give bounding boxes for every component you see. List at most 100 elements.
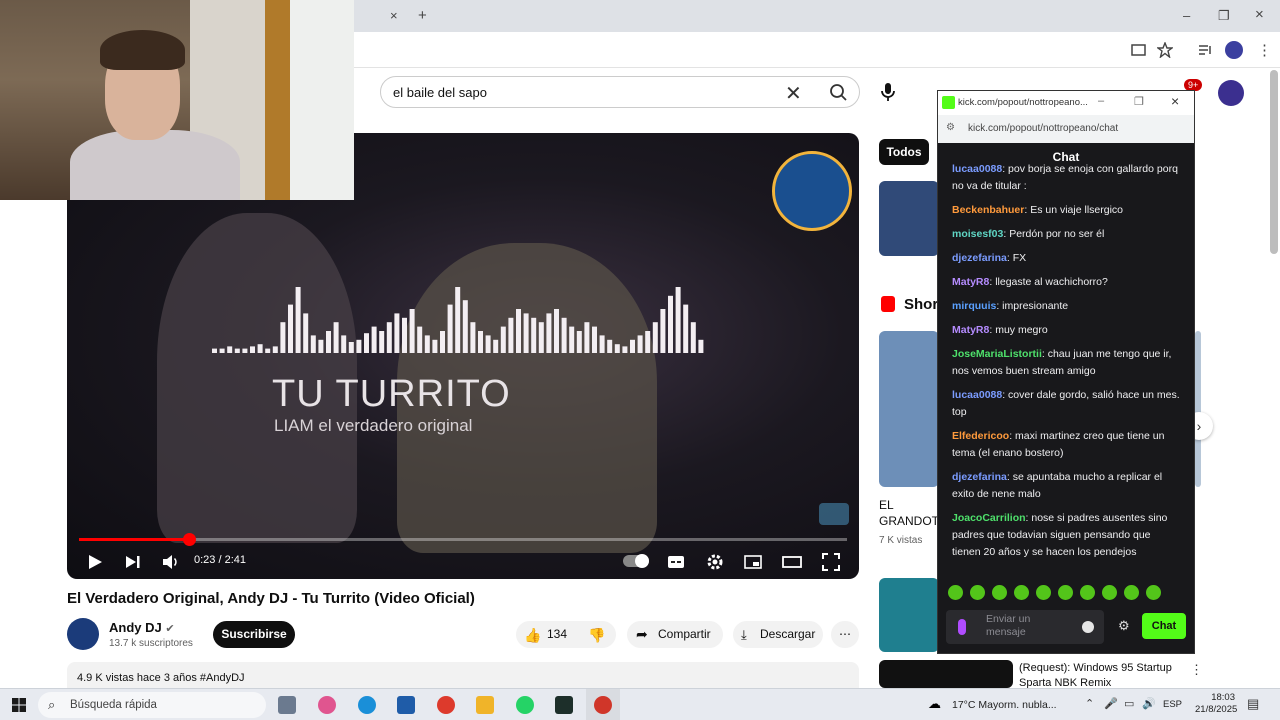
autoplay-toggle[interactable] (623, 554, 649, 568)
store-icon[interactable] (397, 696, 415, 714)
chat-username[interactable]: JoseMariaListortii (952, 348, 1042, 360)
clock[interactable]: 18:03 21/8/2025 (1195, 692, 1237, 716)
window-minimize-icon[interactable]: – (1183, 8, 1190, 23)
short-thumbnail-next[interactable] (1195, 331, 1201, 487)
chat-username[interactable]: lucaa0088 (952, 389, 1002, 401)
chat-username[interactable]: moisesf03 (952, 228, 1003, 240)
play-icon[interactable] (87, 554, 103, 570)
search-input[interactable]: el baile del sapo ✕ (380, 76, 860, 108)
browser-menu-icon[interactable]: ⋮ (1257, 41, 1272, 59)
emote-icon[interactable] (1014, 585, 1029, 600)
tab-close-icon[interactable]: × (390, 8, 398, 23)
media-controls-icon[interactable] (1197, 42, 1213, 58)
chat-emote-picker-icon[interactable] (958, 619, 966, 635)
miniplayer-icon[interactable] (744, 554, 762, 570)
profile-avatar[interactable] (1225, 41, 1243, 59)
bookmark-star-icon[interactable] (1157, 42, 1173, 58)
chat-settings-gear-icon[interactable]: ⚙ (1118, 618, 1130, 634)
search-icon[interactable] (821, 81, 859, 103)
recommended-thumbnail[interactable] (879, 578, 939, 652)
copilot-icon[interactable] (318, 696, 336, 714)
task-view-icon[interactable] (278, 696, 296, 714)
network-icon[interactable]: ▭ (1124, 697, 1134, 710)
volume-icon[interactable] (162, 554, 180, 570)
chat-username[interactable]: lucaa0088 (952, 163, 1002, 175)
recommended-thumbnail[interactable] (879, 181, 939, 256)
weather-icon[interactable]: ☁ (928, 696, 941, 712)
visualizer-bar (280, 322, 286, 353)
chat-username[interactable]: djezefarina (952, 252, 1007, 264)
video-progress-bar[interactable] (79, 533, 847, 546)
chat-username[interactable]: MatyR8 (952, 324, 989, 336)
emote-icon[interactable] (1146, 585, 1161, 600)
channel-avatar[interactable] (67, 618, 99, 650)
emote-icon[interactable] (1102, 585, 1117, 600)
like-count[interactable]: 134 (547, 621, 567, 648)
emote-icon[interactable] (992, 585, 1007, 600)
chat-send-button[interactable]: Chat (1142, 613, 1186, 639)
chat-close-icon[interactable]: × (1171, 93, 1179, 109)
short-title[interactable]: EL GRANDOT (879, 497, 939, 529)
taskbar-search-input[interactable]: ⌕ Búsqueda rápida (38, 692, 266, 718)
download-button[interactable]: ⤓ Descargar (733, 621, 823, 648)
emote-icon[interactable] (1080, 585, 1095, 600)
clear-search-icon[interactable]: ✕ (785, 81, 802, 106)
subtitles-icon[interactable] (667, 554, 685, 570)
whatsapp-icon[interactable] (516, 696, 534, 714)
windows-start-icon[interactable] (12, 698, 26, 712)
recommended-menu-icon[interactable]: ⋮ (1190, 662, 1203, 678)
notification-center-icon[interactable]: ▤ (1247, 696, 1259, 712)
obs-icon[interactable] (555, 696, 573, 714)
tray-overflow-icon[interactable]: ⌃ (1085, 697, 1094, 710)
chat-username[interactable]: Elfedericoo (952, 430, 1009, 442)
visualizer-bar (379, 331, 385, 353)
youtube-account-avatar[interactable] (1218, 80, 1244, 106)
edge-icon[interactable] (358, 696, 376, 714)
cast-icon[interactable] (1131, 42, 1147, 58)
file-explorer-icon[interactable] (476, 696, 494, 714)
chat-message-input[interactable]: Enviar un mensaje (946, 610, 1104, 644)
recommended-title[interactable]: (Request): Windows 95 Startup Sparta NBK … (1019, 661, 1172, 691)
window-restore-icon[interactable]: ❐ (1218, 8, 1230, 24)
window-close-icon[interactable]: × (1255, 6, 1264, 23)
emote-icon[interactable] (1036, 585, 1051, 600)
volume-tray-icon[interactable]: 🔊 (1142, 697, 1156, 710)
new-tab-icon[interactable]: + (418, 7, 427, 24)
channel-name[interactable]: Andy DJ ✔ (109, 620, 175, 635)
chat-username[interactable]: mirquuis (952, 300, 996, 312)
settings-gear-icon[interactable] (706, 553, 724, 571)
video-scrubber-handle[interactable] (182, 533, 196, 546)
microphone-icon[interactable] (876, 80, 900, 104)
emote-icon[interactable] (970, 585, 985, 600)
language-indicator[interactable]: ESP (1163, 699, 1182, 710)
subscribe-button[interactable]: Suscribirse (213, 621, 295, 648)
microphone-tray-icon[interactable]: 🎤 (1104, 697, 1118, 710)
chat-username[interactable]: MatyR8 (952, 276, 989, 288)
recommended-thumbnail[interactable] (879, 660, 1013, 688)
emote-icon[interactable] (1058, 585, 1073, 600)
more-actions-icon[interactable]: ⋯ (831, 621, 859, 648)
chat-emoji-icon[interactable] (1082, 621, 1094, 633)
chat-username[interactable]: Beckenbahuer (952, 204, 1024, 216)
emote-icon[interactable] (1124, 585, 1139, 600)
theater-mode-icon[interactable] (782, 554, 802, 570)
emote-icon[interactable] (948, 585, 963, 600)
chat-restore-icon[interactable]: ❐ (1134, 95, 1144, 108)
like-icon[interactable]: 👍 (524, 622, 541, 649)
dislike-icon[interactable]: 👎 (588, 622, 605, 649)
next-icon[interactable] (125, 554, 141, 570)
chat-url-bar[interactable]: ⚙ kick.com/popout/nottropeano/chat (938, 115, 1194, 143)
chat-message-list[interactable]: lucaa0088: pov borja se enoja con gallar… (952, 161, 1180, 561)
share-button[interactable]: ➦ Compartir (627, 621, 723, 648)
page-scrollbar[interactable] (1270, 70, 1278, 254)
chat-minimize-icon[interactable]: – (1098, 95, 1104, 107)
chip-all[interactable]: Todos (879, 139, 929, 165)
chat-username[interactable]: JoacoCarrilion (952, 512, 1026, 524)
short-thumbnail[interactable] (879, 331, 939, 487)
visualizer-bar (531, 317, 537, 353)
chrome-icon[interactable] (437, 696, 455, 714)
fullscreen-icon[interactable] (822, 553, 840, 571)
weather-text[interactable]: 17°C Mayorm. nubla... (952, 699, 1057, 711)
site-info-icon[interactable]: ⚙ (946, 122, 955, 133)
chat-username[interactable]: djezefarina (952, 471, 1007, 483)
